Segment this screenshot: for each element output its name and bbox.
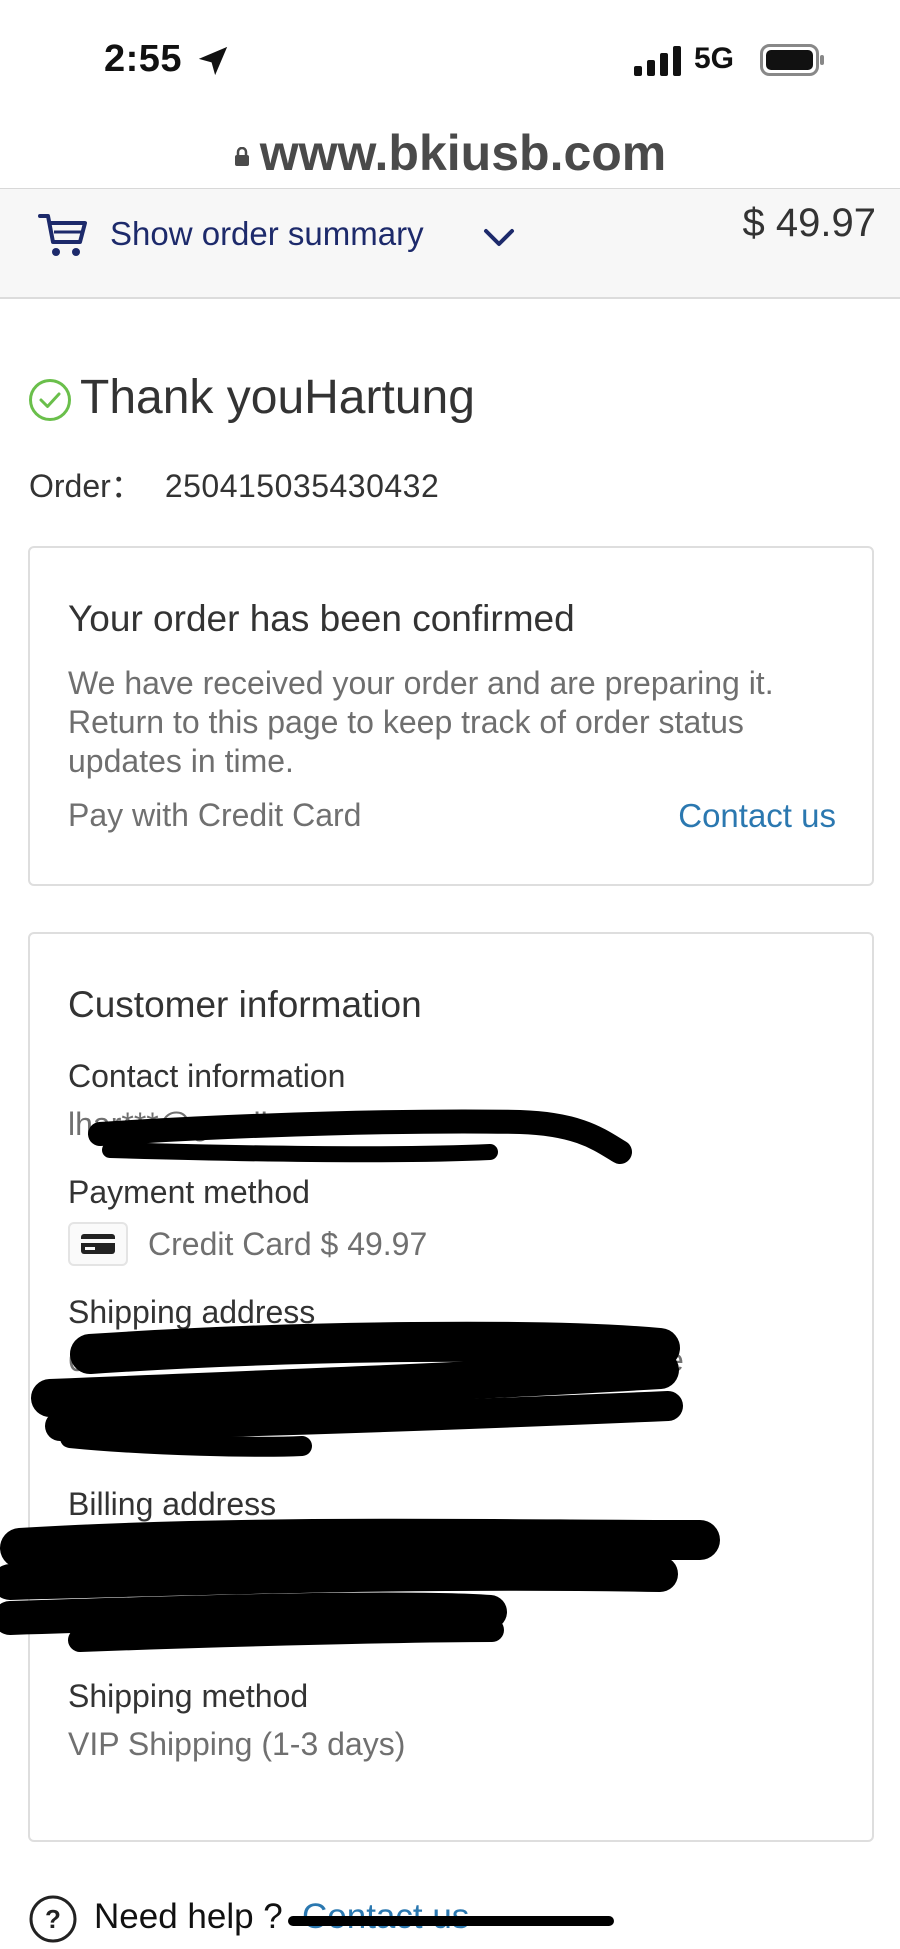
redaction-overlay	[0, 1109, 720, 1652]
home-indicator[interactable]	[288, 1916, 614, 1926]
need-help-label: Need help ?	[94, 1897, 283, 1936]
question-circle-icon: ?	[29, 1895, 77, 1943]
svg-text:?: ?	[45, 1904, 61, 1934]
